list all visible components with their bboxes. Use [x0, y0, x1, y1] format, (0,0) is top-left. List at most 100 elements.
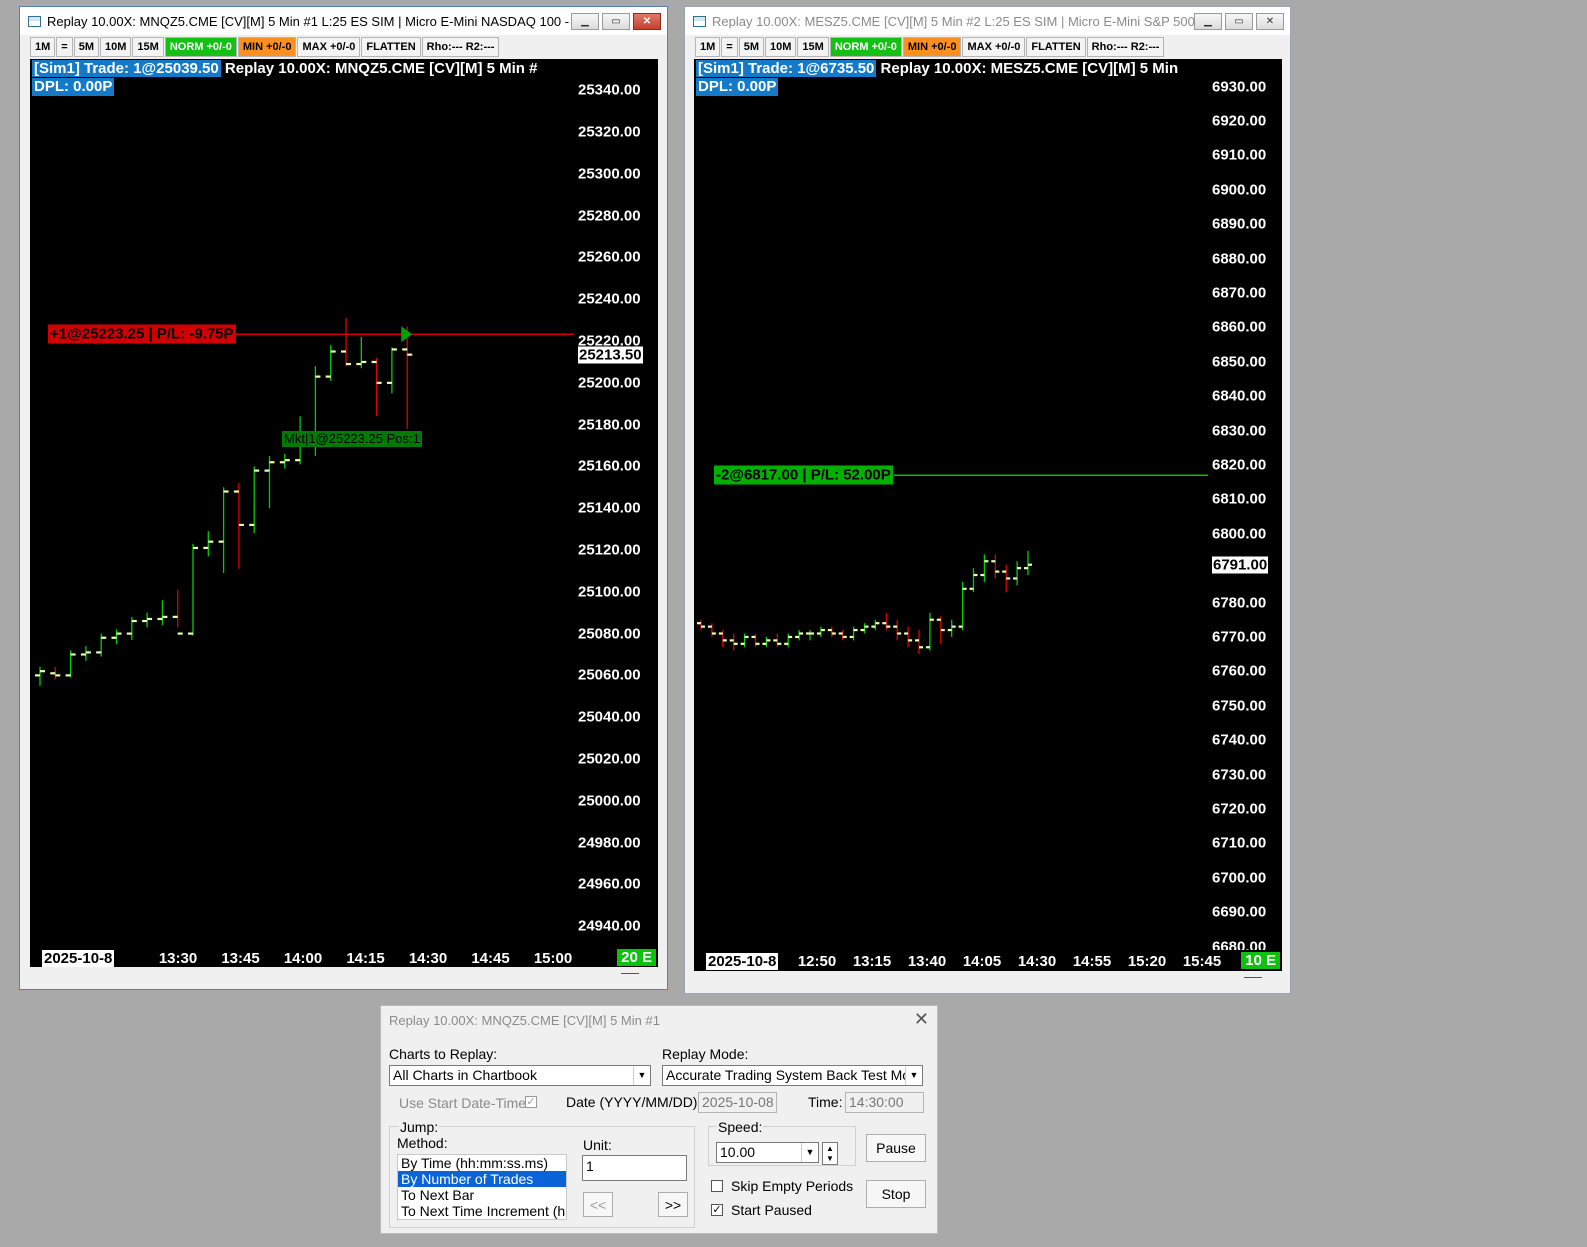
- maximize-button[interactable]: ▭: [602, 12, 630, 30]
- toolbar-button[interactable]: 1M: [30, 37, 56, 57]
- skip-empty-periods-checkbox[interactable]: [711, 1180, 723, 1192]
- minimize-button[interactable]: ▁: [1194, 12, 1222, 30]
- toolbar-button[interactable]: MAX +0/-0: [297, 37, 361, 57]
- position-label[interactable]: +1@25223.25 | P/L: -9.75P: [48, 324, 236, 344]
- time-tick-label: 14:05: [962, 953, 1002, 970]
- toolbar-button[interactable]: 10M: [100, 37, 132, 57]
- method-option[interactable]: By Time (hh:mm:ss.ms): [398, 1155, 566, 1171]
- stop-button[interactable]: Stop: [866, 1180, 926, 1208]
- close-button[interactable]: ✕: [633, 12, 661, 30]
- charts-to-replay-label: Charts to Replay:: [389, 1046, 498, 1062]
- position-label[interactable]: -2@6817.00 | P/L: 52.00P: [714, 465, 893, 485]
- start-paused-checkbox[interactable]: ✓: [711, 1204, 723, 1216]
- price-tick-label: 24940.00: [578, 917, 641, 935]
- chart-toolbar: 1M = 5M 10M 15M NORM +0/-0 MIN +0/-0 MAX +0/-0 F…: [30, 37, 500, 57]
- price-tick-label: 25260.00: [578, 248, 641, 266]
- resize-grip-icon[interactable]: [1244, 977, 1262, 978]
- toolbar-button[interactable]: =: [56, 37, 73, 57]
- chart-plot-area[interactable]: [Sim1] Trade: 1@6735.50 Replay 10.00X: M…: [694, 59, 1208, 950]
- chart-plot-area[interactable]: [Sim1] Trade: 1@25039.50 Replay 10.00X: …: [30, 59, 574, 947]
- chevron-up-icon[interactable]: ▲: [826, 1144, 834, 1153]
- price-tick-label: 6870.00: [1212, 284, 1267, 302]
- speed-select[interactable]: 10.00 ▼: [716, 1142, 819, 1163]
- toolbar-button[interactable]: 5M: [738, 37, 764, 57]
- trade-info: [Sim1] Trade: 1@6735.50: [696, 60, 877, 77]
- time-tick-label: 14:15: [346, 950, 385, 967]
- price-tick-label: 25060.00: [578, 666, 641, 684]
- toolbar-button[interactable]: 15M: [132, 37, 164, 57]
- time-field[interactable]: 14:30:00: [845, 1092, 924, 1113]
- method-option[interactable]: By Number of Trades: [398, 1171, 566, 1187]
- window-title: Replay 10.00X: MNQZ5.CME [CV][M] 5 Min #…: [47, 13, 571, 29]
- toolbar-button[interactable]: MIN +0/-0: [237, 37, 297, 57]
- time-tick-label: 15:20: [1127, 953, 1167, 970]
- ohlc-bars: [697, 474, 1208, 655]
- chevron-down-icon[interactable]: ▼: [801, 1143, 818, 1162]
- jump-back-button[interactable]: <<: [583, 1192, 613, 1217]
- ohlc-bar: [816, 626, 825, 637]
- toolbar-button[interactable]: =: [721, 37, 738, 57]
- start-paused-label: Start Paused: [731, 1202, 812, 1218]
- price-axis[interactable]: 6930.00 6920.00 6910.00 6900.00 6890.00 6880.…: [1208, 59, 1282, 950]
- toolbar-button[interactable]: FLATTEN: [1026, 37, 1086, 57]
- ohlc-bar: [707, 623, 716, 637]
- toolbar-button[interactable]: 10M: [765, 37, 797, 57]
- time-tick-label: 13:45: [221, 950, 260, 967]
- ohlc-bar: [249, 466, 260, 534]
- charts-to-replay-select[interactable]: All Charts in Chartbook ▼: [389, 1065, 651, 1086]
- jump-forward-button[interactable]: >>: [658, 1192, 688, 1217]
- title-bar[interactable]: Replay 10.00X: MNQZ5.CME [CV][M] 5 Min #…: [20, 7, 667, 35]
- ohlc-bar: [264, 455, 275, 509]
- chevron-down-icon[interactable]: ▼: [633, 1066, 650, 1085]
- ohlc-bar: [784, 633, 793, 648]
- ohlc-bar: [1002, 564, 1011, 593]
- speed-value: 10.00: [720, 1144, 756, 1160]
- price-tick-label: 24960.00: [578, 875, 641, 893]
- ohlc-bar: [904, 626, 913, 648]
- toolbar-button[interactable]: NORM +0/-0: [164, 37, 237, 57]
- minimize-button[interactable]: ▁: [571, 12, 599, 30]
- title-bar[interactable]: Replay 10.00X: MESZ5.CME [CV][M] 5 Min #…: [685, 7, 1290, 35]
- chart-window-mnq[interactable]: Replay 10.00X: MNQZ5.CME [CV][M] 5 Min #…: [19, 6, 668, 990]
- price-tick-label: 25140.00: [578, 499, 641, 517]
- method-listbox[interactable]: By Time (hh:mm:ss.ms) By Number of Trades…: [397, 1154, 567, 1220]
- price-tick-label: 6800.00: [1212, 525, 1267, 543]
- toolbar-button[interactable]: 5M: [73, 37, 99, 57]
- toolbar-button[interactable]: NORM +0/-0: [829, 37, 902, 57]
- close-button[interactable]: ✕: [1256, 12, 1284, 30]
- price-tick-label: 25320.00: [578, 123, 641, 141]
- maximize-button[interactable]: ▭: [1225, 12, 1253, 30]
- price-axis[interactable]: 25340.00 25320.00 25300.00 25280.00 25260.00…: [574, 59, 658, 947]
- toolbar-button[interactable]: Rho:--- R2:---: [1086, 37, 1165, 57]
- replay-mode-select[interactable]: Accurate Trading System Back Test Mo ▼: [662, 1065, 923, 1086]
- ohlc-bar: [111, 629, 122, 645]
- chevron-down-icon[interactable]: ▼: [826, 1154, 834, 1163]
- close-icon[interactable]: ✕: [914, 1009, 929, 1030]
- use-start-datetime-checkbox[interactable]: ✓: [525, 1096, 537, 1108]
- method-option[interactable]: To Next Time Increment (h: [398, 1203, 566, 1219]
- price-tick-label: 6820.00: [1212, 456, 1267, 474]
- window-title: Replay 10.00X: MESZ5.CME [CV][M] 5 Min #…: [712, 13, 1194, 29]
- pause-button[interactable]: Pause: [866, 1134, 926, 1162]
- toolbar-button[interactable]: Rho:--- R2:---: [421, 37, 500, 57]
- toolbar-button[interactable]: 1M: [695, 37, 721, 57]
- resize-grip-icon[interactable]: [621, 973, 639, 974]
- price-tick-label: 25000.00: [578, 792, 641, 810]
- toolbar-button[interactable]: MIN +0/-0: [902, 37, 962, 57]
- price-tick-label: 24980.00: [578, 834, 641, 852]
- chevron-down-icon[interactable]: ▼: [905, 1066, 922, 1085]
- price-tick-label: 25080.00: [578, 625, 641, 643]
- time-tick-label: 13:30: [158, 950, 198, 967]
- unit-input[interactable]: 1: [582, 1155, 687, 1181]
- chart-window-mes[interactable]: Replay 10.00X: MESZ5.CME [CV][M] 5 Min #…: [684, 6, 1291, 994]
- price-tick-label: 25120.00: [578, 541, 641, 559]
- date-field[interactable]: 2025-10-08: [698, 1092, 777, 1113]
- method-option[interactable]: To Next Bar: [398, 1187, 566, 1203]
- toolbar-button[interactable]: FLATTEN: [361, 37, 421, 57]
- toolbar-button[interactable]: MAX +0/-0: [962, 37, 1026, 57]
- speed-stepper[interactable]: ▲ ▼: [822, 1142, 838, 1165]
- toolbar-button[interactable]: 15M: [797, 37, 829, 57]
- bars-count-label: 20 E: [617, 949, 656, 966]
- time-tick-label: 15:45: [1182, 953, 1222, 970]
- ohlc-bar: [233, 483, 244, 569]
